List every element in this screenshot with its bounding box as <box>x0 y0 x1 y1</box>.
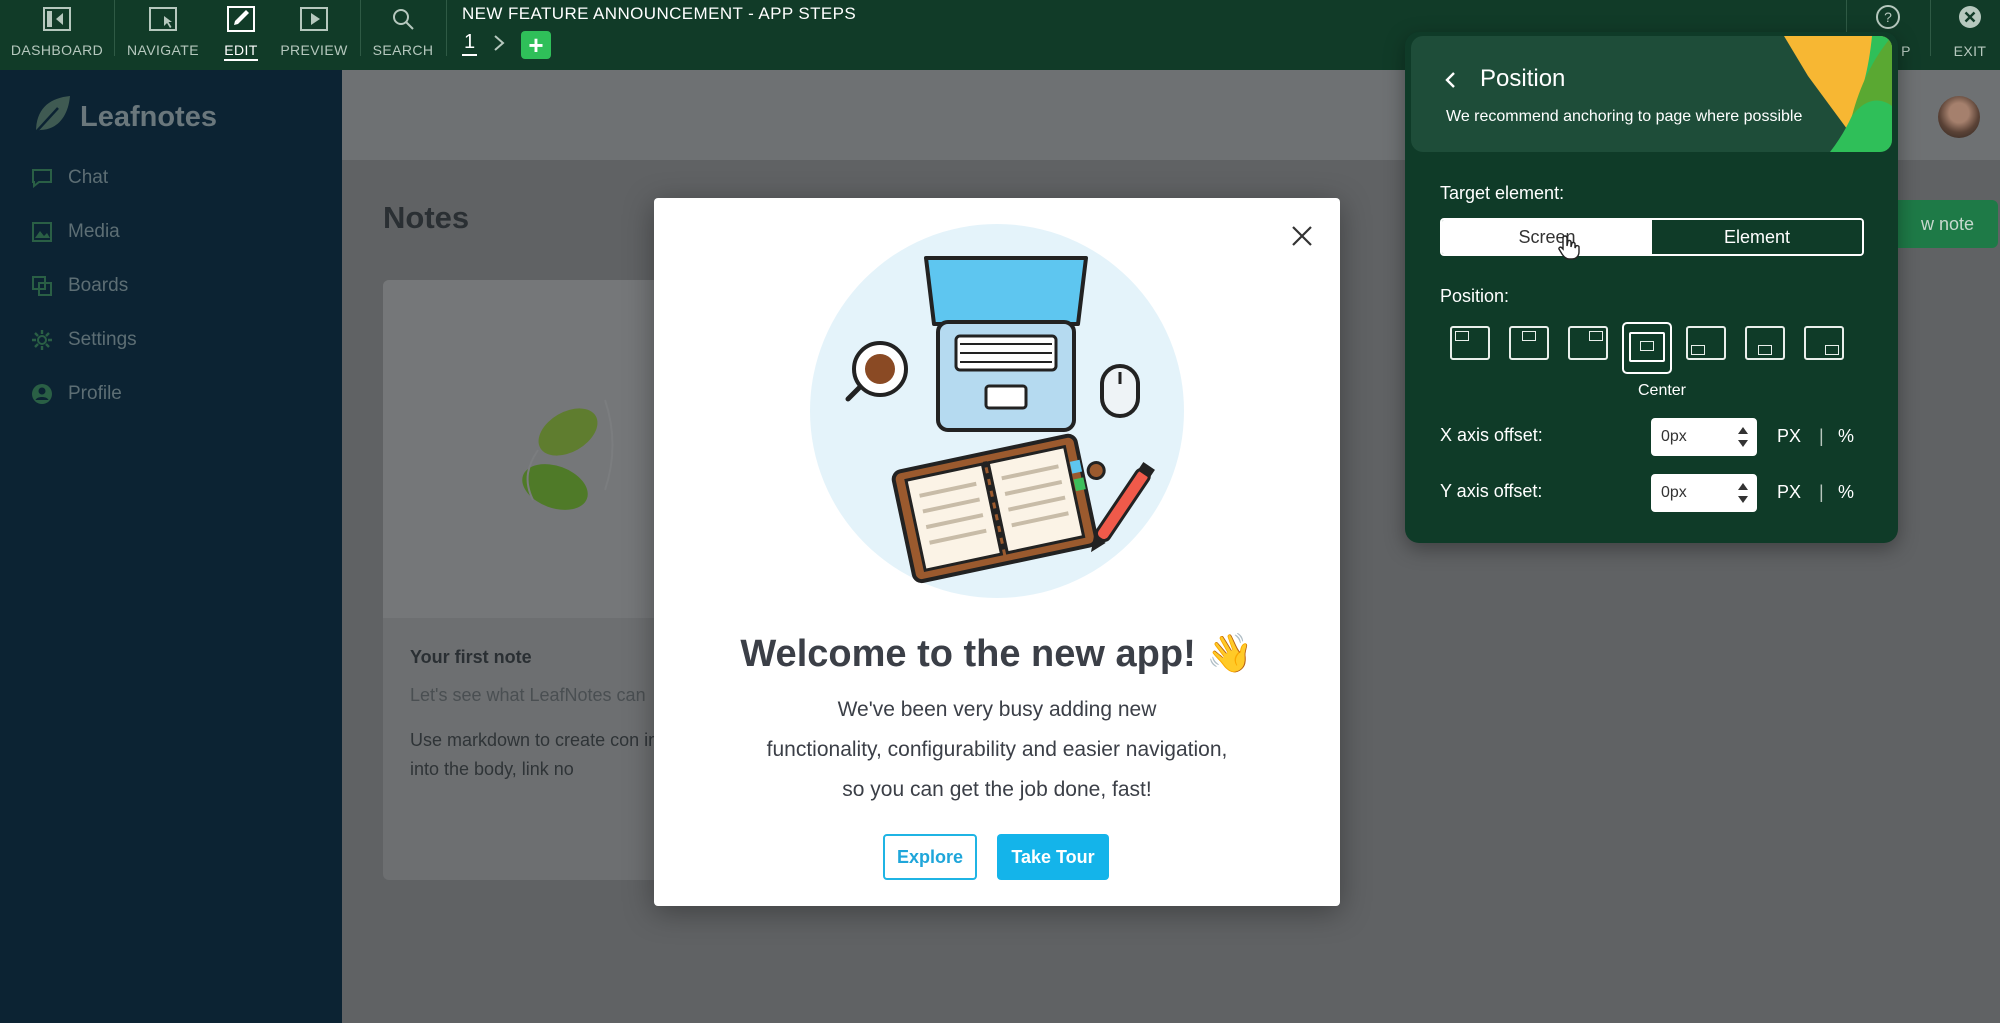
chat-icon <box>30 166 54 190</box>
mouse-icon <box>1100 364 1140 418</box>
y-offset-label: Y axis offset: <box>1440 481 1543 501</box>
position-bottom-center[interactable] <box>1745 326 1785 360</box>
toolbar-divider <box>446 0 447 56</box>
position-label: Position: <box>1440 286 1510 306</box>
edit-label: EDIT <box>224 42 258 61</box>
page-title: Notes <box>383 200 470 235</box>
unit-separator: | <box>1819 482 1824 502</box>
toolbar-divider <box>1930 0 1931 56</box>
explore-button[interactable]: Explore <box>883 834 977 880</box>
y-offset-input[interactable]: 0px <box>1651 474 1757 512</box>
sidebar-item-label: Boards <box>68 275 129 296</box>
position-bottom-right[interactable] <box>1804 326 1844 360</box>
settings-gear-icon <box>30 328 54 352</box>
panel-subtitle: We recommend anchoring to page where pos… <box>1446 108 1803 125</box>
x-offset-label: X axis offset: <box>1440 425 1543 445</box>
position-top-right[interactable] <box>1568 326 1608 360</box>
preview-tool[interactable]: PREVIEW <box>280 0 348 70</box>
unit-percent-option[interactable]: % <box>1838 482 1854 503</box>
leaf-logo-icon <box>32 94 72 141</box>
modal-body-line: functionality, configurability and easie… <box>766 738 1228 761</box>
navigate-label: NAVIGATE <box>127 42 199 58</box>
leafnotes-logo: Leafnotes <box>32 94 217 141</box>
target-screen-option[interactable]: Screen <box>1442 220 1652 254</box>
logo-text: Leafnotes <box>80 101 217 133</box>
x-offset-input[interactable]: 0px <box>1651 418 1757 456</box>
stepper-arrows-icon[interactable] <box>1737 424 1749 450</box>
modal-title: Welcome to the new app! 👋 <box>740 633 1254 675</box>
media-icon <box>30 220 54 244</box>
sidebar-item-boards[interactable]: Boards <box>30 274 128 298</box>
panel-header: Position We recommend anchoring to page … <box>1411 36 1892 152</box>
target-element-option[interactable]: Element <box>1652 220 1862 254</box>
svg-text:?: ? <box>1884 9 1892 25</box>
unit-px-option[interactable]: PX <box>1777 482 1801 503</box>
help-icon: ? <box>1875 4 1901 35</box>
sidebar-item-media[interactable]: Media <box>30 220 120 244</box>
target-element-label: Target element: <box>1440 183 1565 203</box>
panel-title: Position <box>1480 65 1566 92</box>
chevron-right-icon[interactable] <box>488 32 510 54</box>
close-icon[interactable] <box>1286 220 1318 252</box>
flow-title: NEW FEATURE ANNOUNCEMENT - APP STEPS <box>462 4 857 23</box>
position-panel: Position We recommend anchoring to page … <box>1405 32 1898 543</box>
unit-separator: | <box>1819 426 1824 446</box>
stepper-arrows-icon[interactable] <box>1737 480 1749 506</box>
workspace-illustration <box>810 224 1184 598</box>
modal-body: We've been very busy adding new function… <box>737 690 1257 810</box>
avatar[interactable] <box>1938 96 1980 138</box>
preview-icon <box>299 4 329 34</box>
position-top-left[interactable] <box>1450 326 1490 360</box>
unit-px-option[interactable]: PX <box>1777 426 1801 447</box>
position-center[interactable] <box>1622 322 1672 374</box>
note-subtitle: Let's see what LeafNotes can <box>410 685 646 705</box>
toolbar-divider <box>114 0 115 56</box>
decorative-shape <box>1784 36 1892 152</box>
exit-label: EXIT <box>1953 43 1987 59</box>
hand-cursor-icon <box>1558 235 1580 260</box>
profile-icon <box>30 382 54 406</box>
unit-percent-option[interactable]: % <box>1838 426 1854 447</box>
dashboard-label: DASHBOARD <box>10 42 104 58</box>
y-offset-value: 0px <box>1661 484 1687 501</box>
step-tab-1[interactable]: 1 <box>462 30 478 56</box>
modal-body-line: so you can get the job done, fast! <box>842 778 1152 801</box>
toolbar-divider <box>360 0 361 56</box>
position-bottom-left[interactable] <box>1686 326 1726 360</box>
help-label: P <box>1901 43 1911 59</box>
close-circle-icon <box>1957 4 1983 35</box>
modal-body-line: We've been very busy adding new <box>837 698 1157 721</box>
exit-tool[interactable]: EXIT <box>1942 0 1998 70</box>
sidebar-item-label: Chat <box>68 167 109 188</box>
chevron-left-icon[interactable] <box>1439 69 1461 91</box>
app-sidebar: Leafnotes Chat Media Boards Settings Pro… <box>0 70 342 1023</box>
x-offset-value: 0px <box>1661 428 1687 445</box>
boards-icon <box>30 274 54 298</box>
position-top-center[interactable] <box>1509 326 1549 360</box>
sidebar-item-label: Media <box>68 221 120 242</box>
navigate-tool[interactable]: NAVIGATE <box>126 0 200 70</box>
position-options <box>1450 322 1850 378</box>
dashboard-icon <box>42 4 72 34</box>
sidebar-item-profile[interactable]: Profile <box>30 382 122 406</box>
edit-tool[interactable]: EDIT <box>222 0 260 70</box>
sidebar-item-label: Profile <box>68 383 122 404</box>
take-tour-button[interactable]: Take Tour <box>997 834 1109 880</box>
add-step-button[interactable]: + <box>521 31 551 59</box>
sidebar-item-settings[interactable]: Settings <box>30 328 137 352</box>
preview-label: PREVIEW <box>280 42 348 58</box>
target-element-toggle: Screen Element <box>1440 218 1864 256</box>
edit-icon <box>226 4 256 34</box>
selected-position-label: Center <box>1637 382 1687 399</box>
navigate-icon <box>148 4 178 34</box>
note-title: Your first note <box>410 647 532 667</box>
laptop-icon <box>924 256 1088 432</box>
search-label: SEARCH <box>372 42 434 58</box>
sidebar-item-label: Settings <box>68 329 137 350</box>
sidebar-item-chat[interactable]: Chat <box>30 166 108 190</box>
welcome-modal: Welcome to the new app! 👋 We've been ver… <box>654 198 1340 906</box>
search-tool[interactable]: SEARCH <box>372 0 434 70</box>
search-icon <box>388 4 418 34</box>
dashboard-tool[interactable]: DASHBOARD <box>10 0 104 70</box>
